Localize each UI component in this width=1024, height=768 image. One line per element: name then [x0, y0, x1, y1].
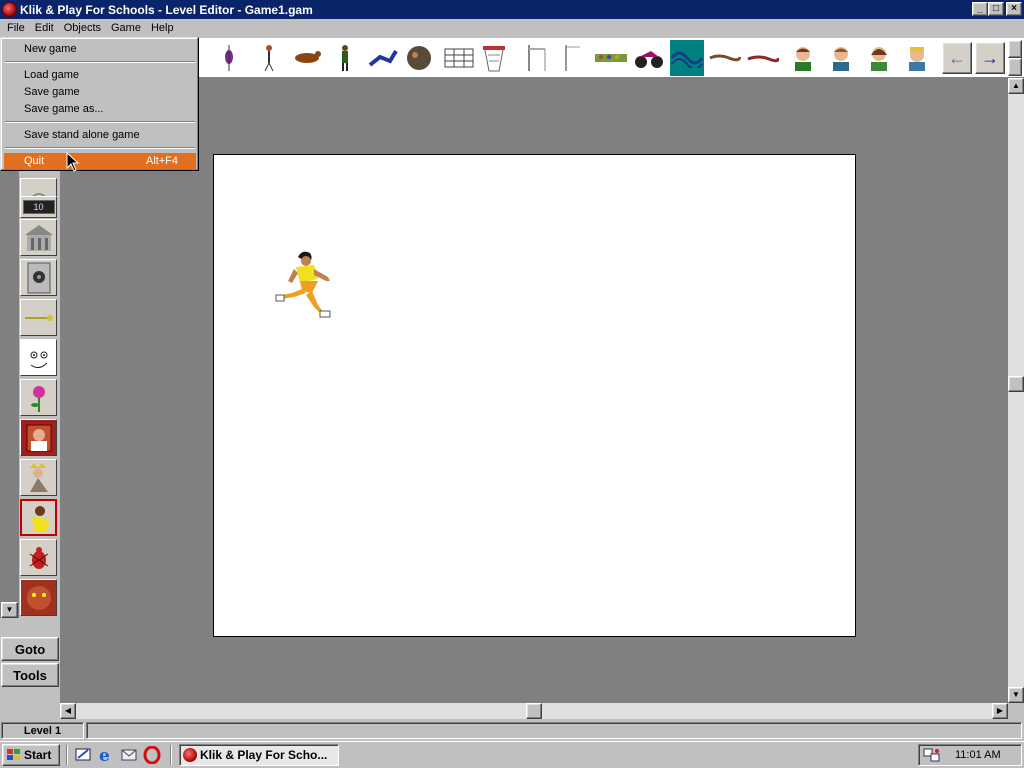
menu-separator — [5, 121, 195, 123]
outlook-express-icon[interactable] — [120, 746, 138, 764]
scroll-down-button[interactable]: ▼ — [1008, 687, 1024, 703]
menu-item-quit[interactable]: Quit Alt+F4 — [4, 153, 196, 169]
opera-icon[interactable] — [143, 745, 161, 765]
taskbar-task-klik-and-play[interactable]: Klik & Play For Scho... — [179, 744, 339, 766]
beetle-icon[interactable] — [20, 539, 57, 576]
vertical-scrollbar[interactable]: ▲ ▼ — [1008, 78, 1024, 703]
minimize-button[interactable]: _ — [972, 2, 988, 16]
menu-separator — [5, 61, 195, 63]
king-icon[interactable] — [20, 459, 57, 496]
runner-sprite[interactable] — [272, 247, 338, 326]
horizontal-scroll-thumb[interactable] — [526, 703, 542, 719]
runner-portrait-icon-selected[interactable] — [20, 499, 57, 536]
brush-stroke-icon[interactable] — [708, 40, 742, 76]
portrait-icon[interactable] — [20, 419, 57, 456]
building-icon[interactable] — [20, 219, 57, 256]
clock[interactable]: 11:01 AM — [955, 749, 1001, 761]
menu-game[interactable]: Game — [106, 22, 146, 34]
crowd-icon[interactable] — [632, 40, 666, 76]
palette-scrollbar[interactable] — [0, 170, 19, 618]
menu-edit[interactable]: Edit — [30, 22, 59, 34]
network-icon[interactable] — [923, 747, 941, 763]
window-title: Klik & Play For Schools - Level Editor -… — [20, 2, 313, 17]
menu-item-save-game-as[interactable]: Save game as... — [4, 101, 196, 117]
taskbar-divider — [170, 745, 172, 765]
pogo-figure-icon[interactable] — [252, 40, 286, 76]
status-bar: Level 1 — [0, 721, 1024, 739]
task-label: Klik & Play For Scho... — [200, 748, 328, 762]
taskbar-divider — [66, 745, 68, 765]
arrow-right-icon: → — [981, 47, 999, 68]
start-button[interactable]: Start — [2, 744, 60, 766]
hurdle-icon[interactable] — [556, 40, 590, 76]
scroll-up-button[interactable]: ▲ — [1008, 78, 1024, 94]
taskbar: Start e Klik & Play For Scho... 11:01 AM — [0, 741, 1024, 768]
boy-face-icon[interactable] — [786, 40, 820, 76]
menu-file[interactable]: File — [2, 22, 30, 34]
monster-icon[interactable] — [20, 579, 57, 616]
menu-separator — [5, 147, 195, 149]
counter-text: 10 — [22, 200, 55, 214]
vertical-scroll-thumb[interactable] — [1008, 376, 1024, 392]
menu-item-new-game[interactable]: New game — [4, 41, 196, 57]
key-icon[interactable] — [20, 299, 57, 336]
runner-figure-icon[interactable] — [290, 40, 324, 76]
level-frame[interactable] — [213, 154, 856, 637]
mouse-cursor-icon — [66, 152, 80, 172]
menu-help[interactable]: Help — [146, 22, 179, 34]
status-message-area — [86, 722, 1022, 739]
maximize-button[interactable]: □ — [988, 2, 1004, 16]
level-indicator: Level 1 — [1, 722, 84, 739]
scroll-left-button[interactable]: ◀ — [60, 703, 76, 719]
toolbar-scroll-right-button[interactable]: → — [975, 42, 1005, 74]
close-button[interactable]: × — [1006, 2, 1022, 16]
wave-icon-selected[interactable] — [670, 40, 704, 76]
file-menu-dropdown: New game Load game Save game Save game a… — [0, 37, 199, 171]
system-tray: 11:01 AM — [918, 744, 1022, 766]
flower-icon[interactable] — [20, 379, 57, 416]
counter-10-icon[interactable]: 10 — [20, 196, 57, 218]
menu-objects[interactable]: Objects — [59, 22, 106, 34]
menu-item-save-game[interactable]: Save game — [4, 84, 196, 100]
internet-explorer-icon[interactable]: e — [97, 746, 115, 766]
palette-scroll-down-button[interactable]: ▼ — [1, 602, 18, 618]
toolbar-spin-down[interactable] — [1008, 58, 1022, 76]
scroll-right-button[interactable]: ▶ — [992, 703, 1008, 719]
horse-rider-icon[interactable] — [328, 40, 362, 76]
girl-face-icon[interactable] — [862, 40, 896, 76]
diver-figure-icon[interactable] — [402, 40, 436, 76]
arrow-left-icon: ← — [948, 47, 966, 68]
start-label: Start — [24, 748, 52, 762]
horizontal-scrollbar[interactable]: ◀ ▶ — [60, 703, 1008, 719]
brush-stroke-alt-icon[interactable] — [746, 40, 780, 76]
speaker-icon[interactable] — [20, 259, 57, 296]
quit-shortcut: Alt+F4 — [145, 155, 178, 167]
svg-text:e: e — [99, 746, 110, 764]
man-face-icon[interactable] — [824, 40, 858, 76]
toolbar-scroll-left-button[interactable]: ← — [942, 42, 972, 74]
face-icon[interactable] — [20, 339, 57, 376]
fence-icon[interactable] — [477, 40, 511, 76]
app-icon — [183, 748, 197, 762]
tools-button[interactable]: Tools — [1, 663, 59, 687]
windows-logo-icon — [7, 749, 20, 760]
goalpost-icon[interactable] — [594, 40, 628, 76]
basketball-hoop-icon[interactable] — [520, 40, 554, 76]
menu-item-load-game[interactable]: Load game — [4, 67, 196, 83]
menu-bar: File Edit Objects Game Help — [0, 19, 1024, 37]
app-icon[interactable] — [2, 2, 17, 17]
toolbar-spin-up[interactable] — [1008, 40, 1022, 58]
show-desktop-icon[interactable] — [74, 746, 92, 764]
warrior-figure-icon[interactable] — [366, 40, 400, 76]
barrel-icon[interactable] — [442, 40, 476, 76]
goto-button[interactable]: Goto — [1, 637, 59, 661]
title-bar[interactable]: Klik & Play For Schools - Level Editor -… — [0, 0, 1024, 19]
object-toolbar: ← → — [198, 38, 1024, 78]
dart-figure-icon[interactable] — [212, 40, 246, 76]
worker-face-icon[interactable] — [900, 40, 934, 76]
menu-item-save-stand-alone-game[interactable]: Save stand alone game — [4, 127, 196, 143]
